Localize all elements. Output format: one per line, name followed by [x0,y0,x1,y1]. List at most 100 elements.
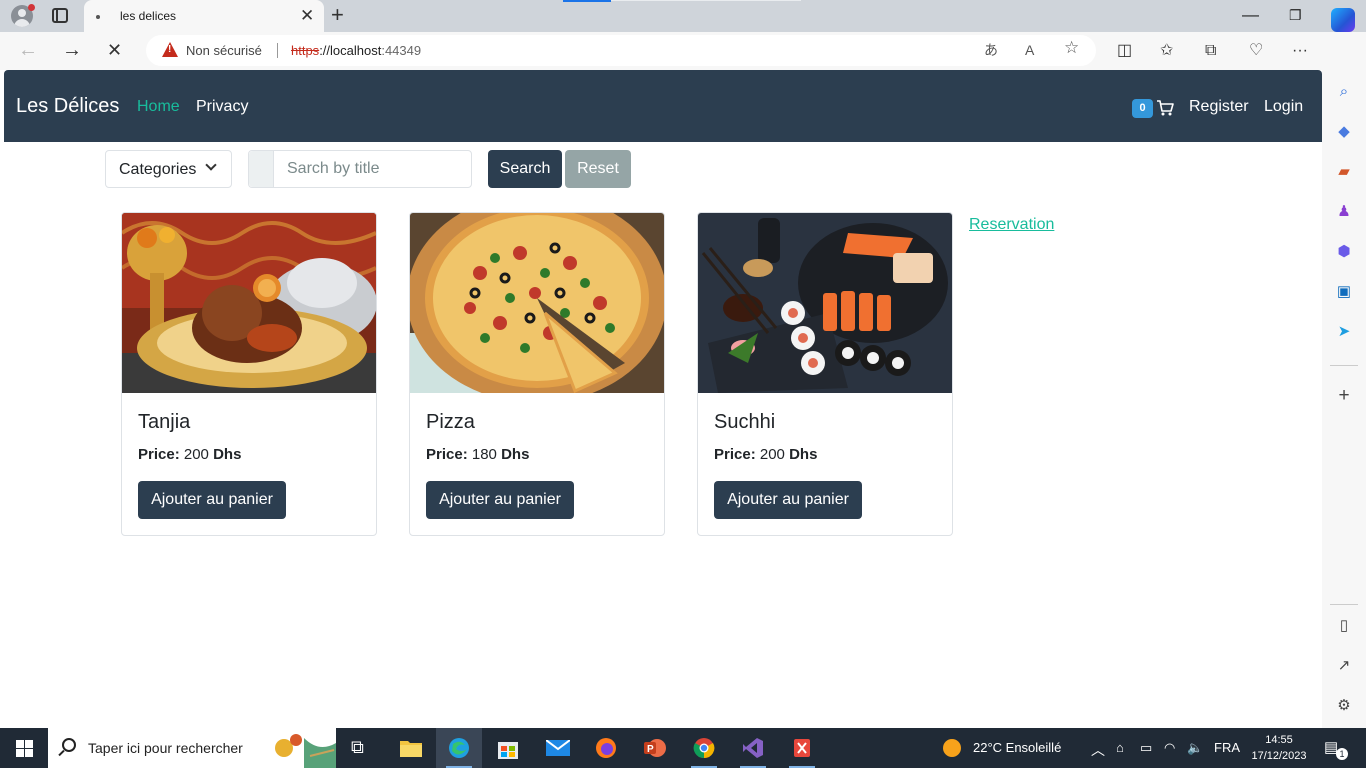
store-icon [498,742,518,759]
new-tab-icon[interactable]: + [331,3,344,27]
back-icon[interactable]: ← [18,38,38,62]
taskbar-search-placeholder: Taper ici pour rechercher [88,740,243,756]
volume-icon[interactable]: 🔈 [1187,740,1203,756]
taskbar-search-box[interactable]: Taper ici pour rechercher [48,728,336,768]
sidebar-hide-icon[interactable]: ▯ [1334,616,1354,636]
taskbar-firefox[interactable] [583,728,629,768]
weather-text[interactable]: 22°C Ensoleillé [973,740,1061,755]
stop-loading-icon[interactable]: ✕ [107,38,122,62]
browser-tab-strip: les delices ✕ + — ❐ ✕ [0,0,1366,32]
site-navbar: Les Délices Home Privacy 0 Register Logi… [4,70,1322,142]
nav-link-home[interactable]: Home [137,98,180,116]
notification-dot-icon [28,4,35,11]
price-value: 200 [759,446,785,463]
sidebar-games-icon[interactable]: ♟ [1334,202,1354,222]
search-input-group [248,150,472,188]
input-language[interactable]: FRA [1214,740,1240,755]
translate-icon[interactable]: あ [984,41,998,59]
add-to-cart-button[interactable]: Ajouter au panier [714,481,862,519]
security-label[interactable]: Non sécurisé [186,43,262,58]
firefox-icon [596,738,616,758]
show-hidden-icons-icon[interactable]: ︿ [1091,740,1105,760]
cart-count-badge[interactable]: 0 [1132,99,1153,118]
browser-essentials-icon[interactable]: ♡ [1249,41,1263,61]
taskbar-visual-studio[interactable] [730,728,776,768]
product-image-pizza [410,213,664,393]
loading-favicon-icon [96,15,100,19]
split-screen-icon[interactable]: ◫ [1117,41,1132,61]
taskbar-chrome[interactable] [681,728,727,768]
favorites-icon[interactable]: ✩ [1160,41,1173,61]
collections-icon[interactable]: ⧉ [1205,41,1216,61]
product-image-sushi [698,213,952,393]
copilot-icon[interactable] [1331,8,1355,32]
url-port: :44349 [381,43,422,58]
settings-more-icon[interactable]: ··· [1292,41,1308,61]
url-separator: :// [319,43,331,58]
categories-dropdown[interactable]: Categories [105,150,232,188]
sidebar-tools-icon[interactable]: ▰ [1334,162,1354,182]
restore-icon[interactable]: ❐ [1289,5,1302,25]
powerpoint-icon: P [644,739,666,757]
favorite-star-icon[interactable]: ☆ [1064,39,1079,57]
forward-icon[interactable]: → [62,38,82,62]
taskbar-mail[interactable] [534,728,580,768]
taskbar-store[interactable] [485,728,531,768]
nav-link-register[interactable]: Register [1189,98,1249,116]
sun-weather-icon[interactable] [942,738,962,758]
taskbar-explorer[interactable] [388,728,434,768]
add-to-cart-button[interactable]: Ajouter au panier [426,481,574,519]
reset-button[interactable]: Reset [565,150,631,188]
nav-link-login[interactable]: Login [1264,98,1303,116]
product-title: Suchhi [714,411,776,433]
product-image-tanjia [122,213,376,393]
sidebar-m365-icon[interactable]: ⬢ [1334,242,1354,262]
browser-tab[interactable]: les delices ✕ [84,0,324,32]
taskbar-edge[interactable] [436,728,482,768]
nav-link-privacy[interactable]: Privacy [196,98,248,116]
task-view-icon[interactable]: ⧉ [351,737,364,758]
chrome-icon [693,738,715,759]
battery-icon[interactable]: ▭ [1140,740,1152,756]
address-separator [277,43,278,58]
taskbar-snipping-tool[interactable] [779,728,825,768]
sidebar-open-external-icon[interactable]: ↗ [1334,656,1354,676]
tab-title: les delices [120,9,177,23]
address-bar[interactable]: Non sécurisé https://localhost:44349 あ A… [146,35,1096,66]
mail-icon [546,740,570,756]
sidebar-shopping-icon[interactable]: ◆ [1334,122,1354,142]
product-card: Suchhi Price: 200 Dhs Ajouter au panier [697,212,953,536]
minimize-icon[interactable]: — [1242,5,1259,25]
product-card: Tanjia Price: 200 Dhs Ajouter au panier [121,212,377,536]
search-button[interactable]: Search [488,150,562,188]
search-input[interactable] [275,151,471,187]
product-title: Tanjia [138,411,191,433]
network-icon[interactable]: ◠ [1164,740,1175,756]
tab-close-icon[interactable]: ✕ [300,6,314,26]
windows-taskbar: Taper ici pour rechercher ⧉ P 22°C Ensol… [0,728,1366,768]
svg-text:P: P [647,744,654,755]
sidebar-add-icon[interactable]: + [1334,386,1354,406]
system-clock[interactable]: 14:55 17/12/2023 [1249,732,1309,764]
price-currency: Dhs [501,446,530,463]
visual-studio-icon [743,738,763,758]
windows-start-icon[interactable] [16,740,33,757]
sidebar-search-icon[interactable]: ⌕ [1334,82,1354,102]
product-price: Price: 200 Dhs [714,446,817,463]
url-text[interactable]: https://localhost:44349 [291,43,421,58]
notification-count: 1 [1336,748,1348,760]
tab-actions-icon[interactable] [52,8,68,23]
tab-loading-track [611,0,801,1]
site-brand[interactable]: Les Délices [16,95,119,118]
meet-now-icon[interactable]: ⌂ [1116,740,1124,755]
add-to-cart-button[interactable]: Ajouter au panier [138,481,286,519]
reservation-link[interactable]: Reservation [969,216,1054,234]
sidebar-separator [1330,604,1358,605]
taskbar-powerpoint[interactable]: P [632,728,678,768]
sidebar-drop-icon[interactable]: ➤ [1334,322,1354,342]
read-aloud-icon[interactable]: A [1025,41,1034,59]
sidebar-settings-icon[interactable]: ⚙ [1334,696,1354,716]
sidebar-outlook-icon[interactable]: ▣ [1334,282,1354,302]
product-title: Pizza [426,411,475,433]
cart-icon[interactable] [1156,99,1174,117]
